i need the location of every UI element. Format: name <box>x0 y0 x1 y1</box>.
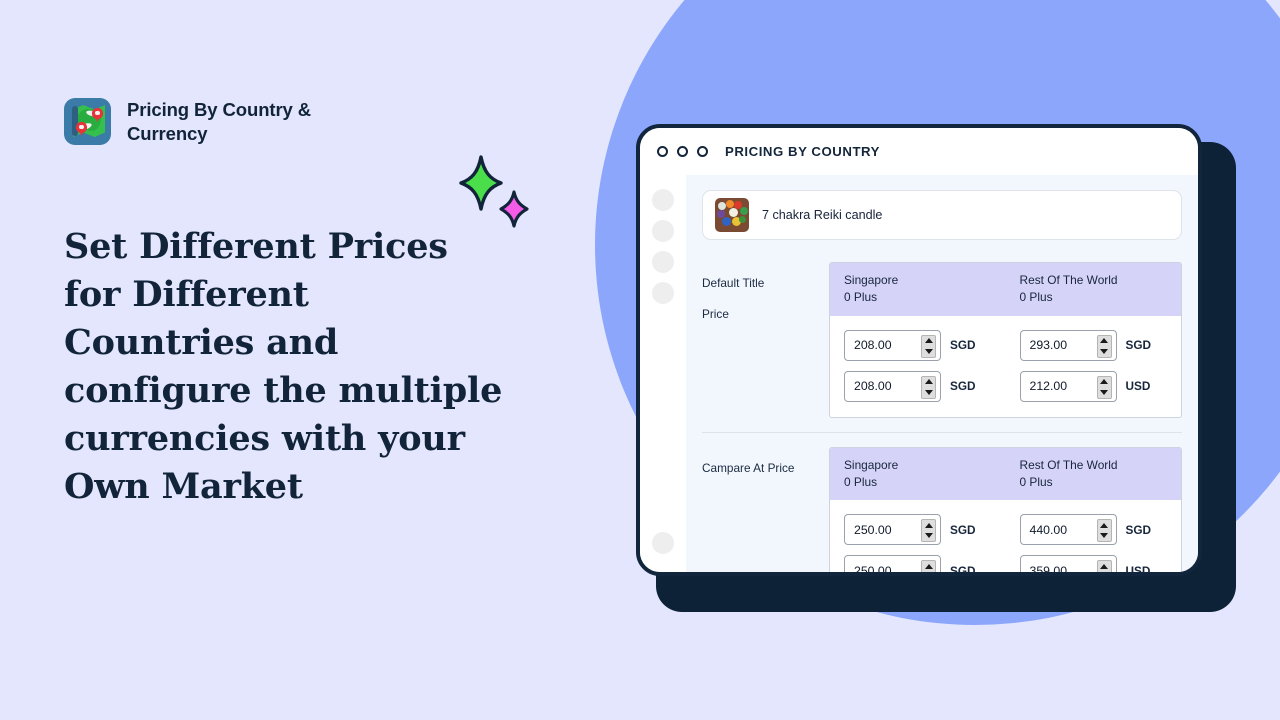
brand-header: Pricing By Country & Currency <box>64 98 544 145</box>
window-dot-1[interactable] <box>657 146 668 157</box>
price-value: 440.00 <box>1029 522 1068 537</box>
price-grid-header: Singapore 0 Plus Rest Of The World 0 Plu… <box>830 263 1181 316</box>
price-value: 212.00 <box>1029 379 1068 393</box>
window-dot-2[interactable] <box>677 146 688 157</box>
product-name: 7 chakra Reiki candle <box>762 208 883 222</box>
compare-price-input[interactable]: 359.00 <box>1019 555 1117 573</box>
price-value: 359.00 <box>1029 563 1068 573</box>
window-dot-3[interactable] <box>697 146 708 157</box>
product-thumbnail <box>715 198 749 232</box>
market-column-rest-of-world: Rest Of The World 0 Plus <box>1006 272 1182 307</box>
stepper-icon[interactable] <box>1096 334 1112 358</box>
price-cell: 208.00 SGD <box>830 325 1006 366</box>
market-sub: 0 Plus <box>844 290 878 305</box>
price-value: 250.00 <box>854 563 892 573</box>
stepper-icon[interactable] <box>1096 560 1112 572</box>
label-default-title: Default Title <box>702 276 765 290</box>
sidebar-item-5[interactable] <box>652 532 674 554</box>
stepper-icon[interactable] <box>921 560 936 572</box>
price-input[interactable]: 208.00 <box>844 329 941 361</box>
currency-label: SGD <box>1125 338 1152 352</box>
main-canvas: 7 chakra Reiki candle Default Title Pric… <box>686 175 1198 572</box>
price-grid-rows: 208.00 SGD 293.00 SGD 208.00 SGD 212.00 … <box>830 316 1181 417</box>
price-input[interactable]: 212.00 <box>1019 370 1117 402</box>
price-value: 208.00 <box>854 338 892 352</box>
market-column-singapore: Singapore 0 Plus <box>830 272 1006 307</box>
price-input[interactable]: 293.00 <box>1019 329 1117 361</box>
window-titlebar: PRICING BY COUNTRY <box>640 128 1198 175</box>
currency-label: USD <box>1125 379 1151 393</box>
sparkle-icon <box>459 155 503 211</box>
currency-label: USD <box>1125 563 1151 573</box>
price-value: 250.00 <box>854 522 892 537</box>
app-window: PRICING BY COUNTRY 7 chakra Reiki candle… <box>636 124 1236 612</box>
price-cell: 359.00 USD <box>1006 550 1182 572</box>
section-divider <box>702 431 1182 433</box>
label-price: Price <box>702 307 729 321</box>
price-value: 293.00 <box>1029 338 1068 352</box>
market-sub: 0 Plus <box>844 474 878 489</box>
product-card[interactable]: 7 chakra Reiki candle <box>702 190 1182 240</box>
price-cell: 208.00 SGD <box>830 366 1006 407</box>
window-title: PRICING BY COUNTRY <box>725 144 880 159</box>
pricing-section-compare: Campare At Price Singapore 0 Plus Rest O… <box>702 446 1182 572</box>
price-cell: 212.00 USD <box>1006 366 1182 407</box>
stepper-icon[interactable] <box>921 375 936 399</box>
map-pin-icon <box>64 98 111 145</box>
price-row: 208.00 SGD <box>830 325 1181 366</box>
compare-grid: Singapore 0 Plus Rest Of The World 0 Plu… <box>829 446 1182 572</box>
market-name: Rest Of The World <box>1019 457 1118 472</box>
stepper-icon[interactable] <box>921 519 936 542</box>
pricing-section-default: Default Title Price Singapore 0 Plus Res <box>702 262 1182 418</box>
compare-price-input[interactable]: 250.00 <box>844 555 941 572</box>
sidebar-item-1[interactable] <box>652 189 674 211</box>
sidebar-item-2[interactable] <box>652 220 674 242</box>
currency-label: SGD <box>950 338 976 352</box>
price-cell: 250.00 SGD <box>830 509 1006 550</box>
market-sub: 0 Plus <box>1019 290 1053 305</box>
sidebar-item-3[interactable] <box>652 251 674 273</box>
price-input[interactable]: 208.00 <box>844 370 941 402</box>
market-name: Singapore <box>844 273 899 287</box>
sparkle-icon <box>499 190 529 228</box>
sidebar-rail <box>640 175 686 572</box>
price-row: 250.00 SGD <box>830 550 1181 572</box>
compare-grid-header: Singapore 0 Plus Rest Of The World 0 Plu… <box>830 447 1182 500</box>
page-title: Set Different Prices for Different Count… <box>64 226 503 507</box>
section-labels: Default Title Price <box>702 262 829 338</box>
market-name: Singapore <box>844 457 899 472</box>
market-column-singapore: Singapore 0 Plus <box>830 457 1006 492</box>
stepper-icon[interactable] <box>1096 375 1112 399</box>
stepper-icon[interactable] <box>1096 519 1112 542</box>
compare-grid-rows: 250.00 SGD 440.00 SGD 250.00 SGD 359.00 … <box>830 500 1181 572</box>
currency-label: SGD <box>950 563 976 573</box>
compare-price-input[interactable]: 250.00 <box>844 514 941 545</box>
stepper-icon[interactable] <box>921 334 936 358</box>
price-cell: 440.00 SGD <box>1006 509 1182 550</box>
price-cell: 250.00 SGD <box>830 550 1006 572</box>
currency-label: SGD <box>950 522 976 537</box>
brand-title: Pricing By Country & Currency <box>127 99 312 144</box>
price-value: 208.00 <box>854 379 892 393</box>
currency-label: SGD <box>950 379 976 393</box>
sidebar-item-4[interactable] <box>652 282 674 304</box>
price-cell: 293.00 SGD <box>1006 325 1182 366</box>
price-row: 208.00 SGD <box>830 366 1181 407</box>
price-grid: Singapore 0 Plus Rest Of The World 0 Plu… <box>829 262 1182 418</box>
market-name: Rest Of The World <box>1019 273 1118 287</box>
currency-label: SGD <box>1125 522 1152 537</box>
label-compare-at-price: Campare At Price <box>702 460 795 475</box>
promo-banner: Pricing By Country & Currency Set Differ… <box>0 0 1280 720</box>
compare-price-input[interactable]: 440.00 <box>1019 514 1117 545</box>
market-column-rest-of-world: Rest Of The World 0 Plus <box>1006 457 1182 492</box>
market-sub: 0 Plus <box>1019 474 1053 489</box>
price-row: 250.00 SGD <box>830 509 1181 550</box>
section-labels: Campare At Price <box>702 447 829 492</box>
